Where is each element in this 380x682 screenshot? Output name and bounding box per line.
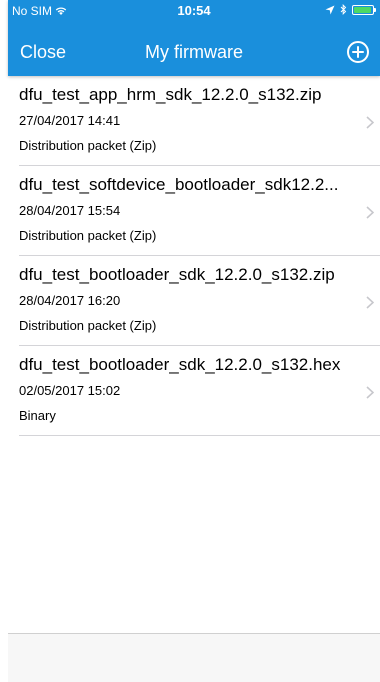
top-bar: No SIM 10:54 Close My firmware [8, 0, 380, 76]
chevron-right-icon [366, 296, 374, 309]
firmware-name: dfu_test_bootloader_sdk_12.2.0_s132.hex [19, 355, 341, 374]
firmware-list-item[interactable]: dfu_test_bootloader_sdk_12.2.0_s132.zip … [8, 256, 380, 346]
battery-icon [352, 4, 376, 15]
bluetooth-icon [340, 4, 347, 15]
firmware-type: Distribution packet (Zip) [19, 138, 157, 153]
firmware-list-item[interactable]: dfu_test_bootloader_sdk_12.2.0_s132.hex … [8, 346, 380, 436]
firmware-date: 27/04/2017 14:41 [19, 113, 121, 128]
firmware-type: Binary [19, 408, 56, 423]
nav-bar: Close My firmware [8, 30, 380, 74]
status-bar: No SIM 10:54 [8, 0, 380, 22]
screen: No SIM 10:54 Close My firmware dfu_test_… [0, 0, 380, 682]
firmware-list-item[interactable]: dfu_test_softdevice_bootloader_sdk12.2..… [8, 166, 380, 256]
location-arrow-icon [325, 5, 335, 14]
firmware-date: 02/05/2017 15:02 [19, 383, 121, 398]
firmware-list-item[interactable]: dfu_test_app_hrm_sdk_12.2.0_s132.zip 27/… [8, 76, 380, 166]
firmware-type: Distribution packet (Zip) [19, 228, 157, 243]
status-icons [325, 4, 376, 15]
chevron-right-icon [366, 116, 374, 129]
close-button[interactable]: Close [20, 42, 66, 63]
firmware-type: Distribution packet (Zip) [19, 318, 157, 333]
app-window: No SIM 10:54 Close My firmware dfu_test_… [8, 0, 380, 682]
firmware-date: 28/04/2017 15:54 [19, 203, 121, 218]
chevron-right-icon [366, 206, 374, 219]
firmware-name: dfu_test_app_hrm_sdk_12.2.0_s132.zip [19, 85, 322, 104]
bottom-toolbar [8, 633, 380, 682]
firmware-date: 28/04/2017 16:20 [19, 293, 121, 308]
firmware-list: dfu_test_app_hrm_sdk_12.2.0_s132.zip 27/… [8, 76, 380, 436]
chevron-right-icon [366, 386, 374, 399]
plus-circle-icon[interactable] [346, 40, 370, 64]
firmware-name: dfu_test_bootloader_sdk_12.2.0_s132.zip [19, 265, 335, 284]
battery-level [354, 6, 371, 13]
firmware-name: dfu_test_softdevice_bootloader_sdk12.2..… [19, 175, 339, 194]
